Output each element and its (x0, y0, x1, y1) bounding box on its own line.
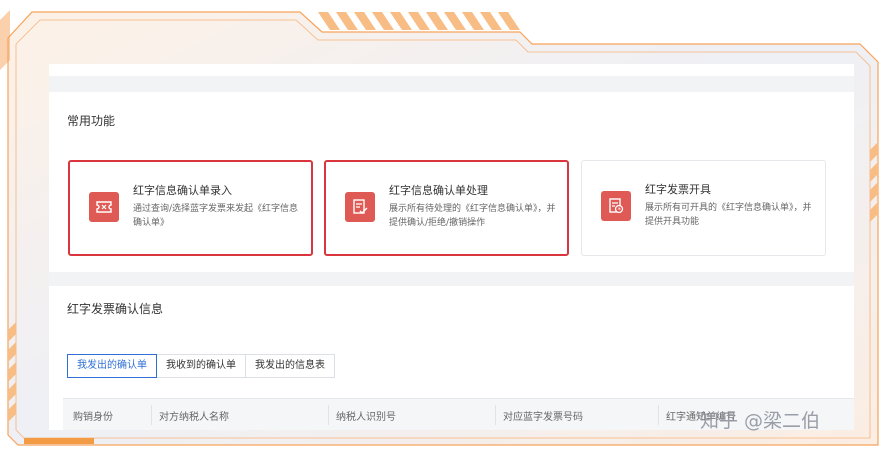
tab-sent-info-tables[interactable]: 我发出的信息表 (245, 354, 335, 378)
column-header: 对方纳税人名称 (159, 412, 229, 423)
column-header: 对应蓝字发票号码 (503, 412, 583, 423)
column-header: 纳税人识别号 (336, 412, 396, 423)
top-strip (49, 64, 854, 76)
common-functions-panel: 常用功能 红字信息确认单录入 通过查询/选择蓝字发票来发起《红字信息确认单》 红… (49, 92, 854, 272)
main-content: 常用功能 红字信息确认单录入 通过查询/选择蓝字发票来发起《红字信息确认单》 红… (49, 64, 854, 430)
card-desc: 展示所有待处理的《红字信息确认单》，并提供确认/拒绝/撤销操作 (389, 204, 556, 228)
common-functions-title: 常用功能 (67, 114, 116, 128)
tab-sent-confirmations[interactable]: 我发出的确认单 (67, 354, 157, 378)
card-red-invoice-issue[interactable]: 红字发票开具 展示所有可开具的《红字信息确认单》，并提供开具功能 (581, 160, 826, 256)
column-divider (328, 405, 329, 425)
ticket-icon (89, 192, 119, 222)
red-invoice-info-title: 红字发票确认信息 (67, 302, 164, 316)
card-title: 红字发票开具 (645, 183, 711, 196)
column-divider (495, 405, 496, 425)
card-red-confirmation-processing[interactable]: 红字信息确认单处理 展示所有待处理的《红字信息确认单》，并提供确认/拒绝/撤销操… (324, 160, 569, 256)
card-desc: 展示所有可开具的《红字信息确认单》，并提供开具功能 (645, 203, 812, 227)
confirmation-tabs: 我发出的确认单 我收到的确认单 我发出的信息表 (67, 354, 335, 378)
tab-received-confirmations[interactable]: 我收到的确认单 (156, 354, 246, 378)
card-desc: 通过查询/选择蓝字发票来发起《红字信息确认单》 (133, 204, 299, 228)
column-divider (658, 405, 659, 425)
column-header: 购销身份 (73, 412, 113, 423)
invoice-clock-icon (601, 191, 631, 221)
document-check-icon (345, 192, 375, 222)
card-title: 红字信息确认单处理 (389, 184, 488, 197)
card-red-confirmation-entry[interactable]: 红字信息确认单录入 通过查询/选择蓝字发票来发起《红字信息确认单》 (68, 160, 313, 256)
watermark: 知乎 @梁二伯 (700, 410, 821, 432)
card-title: 红字信息确认单录入 (133, 184, 232, 197)
column-divider (151, 405, 152, 425)
